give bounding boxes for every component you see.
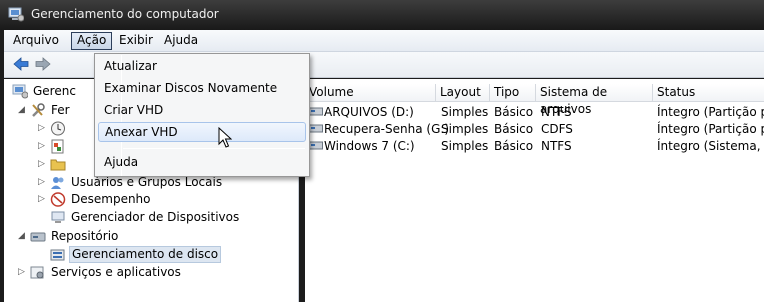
tree-label: Desempenho: [71, 192, 151, 206]
collapse-arrow-icon[interactable]: ◢: [18, 228, 25, 245]
cell-volume: Windows 7 (C:): [324, 139, 415, 153]
cell-filesystem: CDFS: [541, 122, 573, 136]
cell-layout: Simples: [441, 122, 489, 136]
users-icon: [51, 177, 64, 189]
list-header: Volume Layout Tipo Sistema de arquivos S…: [305, 84, 764, 116]
tree-label: Gerenc: [33, 84, 76, 98]
menu-item-atualizar[interactable]: Atualizar: [98, 56, 306, 76]
tree-label: Serviços e aplicativos: [51, 265, 181, 279]
column-header-status[interactable]: Status: [653, 84, 764, 102]
cell-volume: ARQUIVOS (D:): [324, 105, 414, 119]
expand-arrow-icon[interactable]: ▷: [18, 264, 25, 281]
cell-status: Íntegro (Partição prim: [657, 122, 764, 136]
cell-tipo: Básico: [494, 139, 534, 153]
column-header-tipo[interactable]: Tipo: [490, 84, 536, 102]
expand-arrow-icon[interactable]: ▷: [38, 138, 45, 155]
column-header-volume[interactable]: Volume: [305, 84, 436, 102]
cell-volume: Recupera-Senha (G:): [324, 122, 450, 136]
table-row[interactable]: Recupera-Senha (G:) Simples Básico CDFS …: [305, 121, 764, 137]
menu-item-anexar-vhd[interactable]: Anexar VHD: [98, 122, 306, 142]
cell-tipo: Básico: [494, 122, 534, 136]
disk-management-icon: [50, 249, 65, 261]
volume-icon: [309, 141, 323, 150]
performance-icon: [50, 192, 66, 207]
menu-separator: [123, 148, 305, 149]
window-title: Gerenciamento do computador: [31, 7, 219, 21]
acao-dropdown-menu: Atualizar Examinar Discos Novamente Cria…: [94, 53, 310, 177]
tree-label: Gerenciador de Dispositivos: [71, 210, 240, 224]
column-header-layout[interactable]: Layout: [436, 84, 490, 102]
table-row[interactable]: Windows 7 (C:) Simples Básico NTFS Ínteg…: [305, 138, 764, 154]
expand-arrow-icon[interactable]: ▷: [38, 156, 45, 173]
tree-label: Fer: [51, 103, 70, 117]
menu-ajuda[interactable]: Ajuda: [159, 32, 203, 50]
cell-filesystem: NTFS: [541, 105, 572, 119]
clock-icon: [51, 121, 65, 136]
menu-item-criar-vhd[interactable]: Criar VHD: [98, 100, 306, 120]
volume-icon: [309, 124, 323, 133]
menu-bar: Arquivo Ação Exibir Ajuda: [4, 30, 764, 52]
expand-arrow-icon[interactable]: ▷: [38, 191, 45, 208]
column-header-filesystem[interactable]: Sistema de arquivos: [536, 84, 653, 116]
cell-layout: Simples: [441, 105, 489, 119]
menu-item-examinar-discos[interactable]: Examinar Discos Novamente: [98, 78, 306, 98]
event-viewer-icon: [51, 139, 64, 154]
menu-acao[interactable]: Ação: [71, 32, 113, 50]
tree-label: Gerenciamento de disco: [69, 246, 222, 263]
tools-icon: [32, 103, 45, 117]
computer-management-icon: [12, 84, 28, 99]
title-bar: Gerenciamento do computador: [0, 0, 764, 30]
mouse-cursor-icon: [218, 127, 232, 148]
collapse-arrow-icon[interactable]: ◢: [18, 102, 25, 119]
back-arrow-icon[interactable]: [12, 56, 30, 72]
forward-arrow-icon[interactable]: [34, 56, 52, 72]
volume-list: Volume Layout Tipo Sistema de arquivos S…: [305, 79, 764, 302]
cell-layout: Simples: [441, 139, 489, 153]
device-manager-icon: [51, 211, 65, 223]
expand-arrow-icon[interactable]: ▷: [38, 120, 45, 137]
computer-management-icon: [8, 7, 24, 22]
shared-folder-icon: [50, 159, 66, 171]
menu-item-ajuda[interactable]: Ajuda: [98, 152, 306, 172]
menu-arquivo[interactable]: Arquivo: [8, 32, 64, 50]
cell-status: Íntegro (Partição prim: [657, 105, 764, 119]
tree-label: Repositório: [51, 229, 119, 243]
storage-icon: [30, 232, 46, 242]
cell-status: Íntegro (Sistema, Inici: [657, 139, 764, 153]
menu-exibir[interactable]: Exibir: [114, 32, 158, 50]
volume-icon: [309, 107, 323, 116]
expand-arrow-icon[interactable]: ▷: [38, 174, 45, 191]
services-icon: [30, 266, 44, 279]
cell-tipo: Básico: [494, 105, 534, 119]
cell-filesystem: NTFS: [541, 139, 572, 153]
table-row[interactable]: ARQUIVOS (D:) Simples Básico NTFS Íntegr…: [305, 104, 764, 120]
